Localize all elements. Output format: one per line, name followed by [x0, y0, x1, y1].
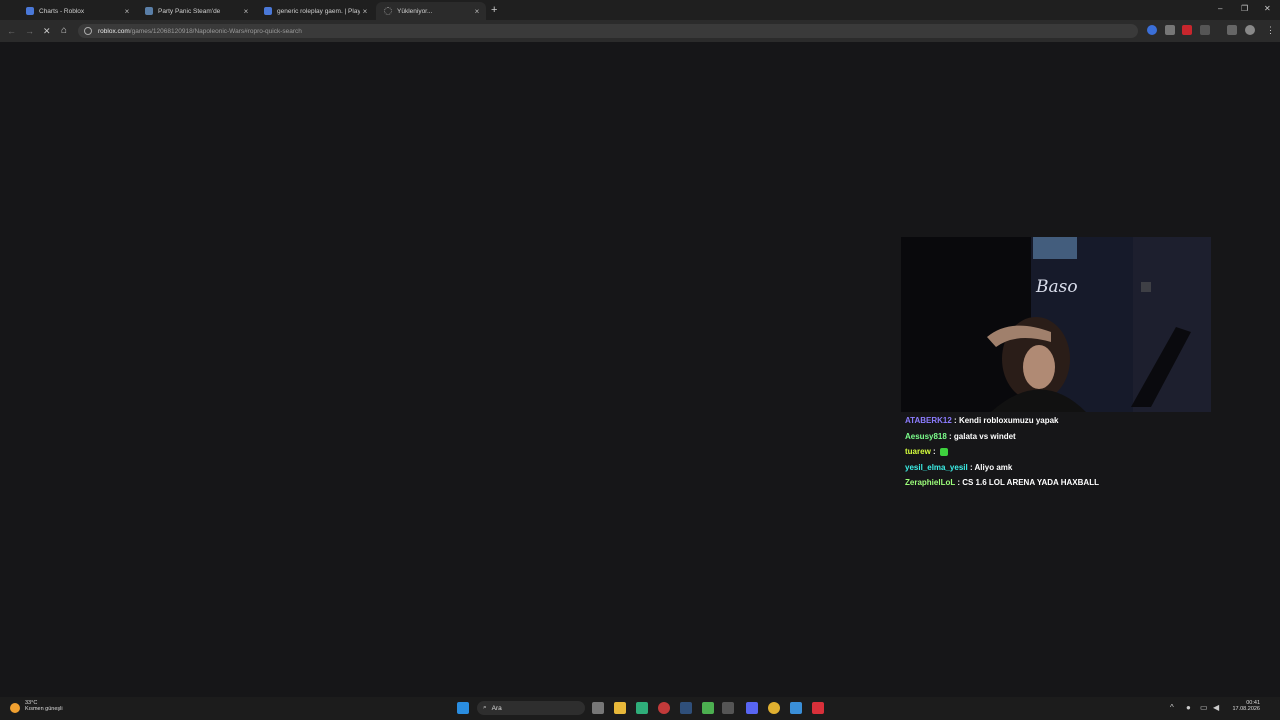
weather-desc: Kısmen güneşli: [25, 706, 63, 712]
windows-start-icon[interactable]: [457, 702, 469, 714]
extensions-puzzle-icon[interactable]: [1200, 25, 1210, 35]
discord-icon[interactable]: [746, 702, 758, 714]
volume-icon[interactable]: ◀: [1213, 703, 1219, 712]
address-bar[interactable]: roblox.com/games/12068120918/Napoleonic-…: [78, 24, 1138, 38]
taskbar-clock[interactable]: 00:41 17.08.2026: [1222, 700, 1260, 712]
terminal-icon[interactable]: [722, 702, 734, 714]
clock-date: 17.08.2026: [1232, 706, 1260, 712]
home-icon[interactable]: ⌂: [61, 25, 67, 36]
app-red-square-icon[interactable]: [812, 702, 824, 714]
search-placeholder: Ara: [491, 704, 502, 712]
webcam-overlay: Baso: [901, 237, 1211, 412]
chat-text: CS 1.6 LOL ARENA YADA HAXBALL: [962, 478, 1099, 487]
chat-username: yesil_elma_yesil: [905, 462, 968, 472]
stop-loading-icon[interactable]: ✕: [43, 26, 51, 37]
new-tab-button[interactable]: +: [491, 4, 497, 16]
chat-message: yesil_elma_yesil : Aliyo amk: [905, 463, 1099, 479]
chat-emote-icon: [939, 447, 948, 456]
close-tab-icon[interactable]: ×: [241, 7, 251, 16]
close-tab-icon[interactable]: ×: [360, 7, 370, 16]
back-icon[interactable]: ←: [7, 26, 16, 36]
forward-icon[interactable]: →: [25, 26, 34, 36]
media-player-icon[interactable]: [702, 702, 714, 714]
chat-username: ZeraphielLoL: [905, 478, 956, 487]
profile-avatar-icon[interactable]: [1245, 25, 1255, 35]
chat-text: galata vs windet: [953, 431, 1016, 441]
tab-generic-roleplay[interactable]: generic roleplay gaem. | Play o ×: [256, 2, 374, 20]
file-explorer-icon[interactable]: [614, 702, 626, 714]
chat-overlay: ATABERK12 : Kendi robloxumuzu yapak Aesu…: [905, 416, 1099, 494]
app-red-icon[interactable]: [658, 702, 670, 714]
taskbar-search[interactable]: ⌕ Ara: [477, 701, 585, 715]
roblox-favicon-icon: [26, 7, 34, 15]
loading-spinner-icon: [384, 7, 392, 15]
weather-widget[interactable]: 33°C Kısmen güneşli: [25, 700, 63, 712]
tray-chevron-up-icon[interactable]: ^: [1170, 703, 1174, 712]
restore-button[interactable]: ❐: [1241, 4, 1248, 13]
tab-party-panic[interactable]: Party Panic Steam'de ×: [137, 2, 255, 20]
task-view-icon[interactable]: [592, 702, 604, 714]
network-icon[interactable]: ▭: [1200, 703, 1208, 712]
chat-separator: :: [951, 416, 959, 425]
minimize-button[interactable]: –: [1218, 4, 1222, 13]
steam-icon[interactable]: [680, 702, 692, 714]
svg-text:Baso: Baso: [1035, 277, 1078, 297]
menu-kebab-icon[interactable]: ⋮: [1266, 25, 1275, 36]
chat-separator: :: [930, 447, 938, 456]
extension-red-icon[interactable]: [1182, 25, 1192, 35]
app-green-icon[interactable]: [636, 702, 648, 714]
search-icon: ⌕: [483, 704, 487, 711]
extension-gray-icon[interactable]: [1165, 25, 1175, 35]
tab-loading[interactable]: Yükleniyor... ×: [376, 2, 486, 20]
chat-message: tuarew :: [905, 447, 1099, 463]
chat-message: ZeraphielLoL : CS 1.6 LOL ARENA YADA HAX…: [905, 478, 1099, 494]
close-window-button[interactable]: ✕: [1264, 4, 1271, 13]
tab-title: Party Panic Steam'de: [158, 7, 221, 15]
url-host: roblox.com: [98, 27, 130, 35]
chat-message: Aesusy818 : galata vs windet: [905, 432, 1099, 448]
extension-blue-icon[interactable]: [1147, 25, 1157, 35]
chat-username: tuarew: [905, 447, 931, 456]
tab-bar: Charts - Roblox × Party Panic Steam'de ×…: [0, 0, 1280, 20]
tab-title: Yükleniyor...: [397, 7, 433, 15]
chat-username: Aesusy818: [905, 431, 947, 441]
chrome-icon[interactable]: [768, 702, 780, 714]
tab-title: generic roleplay gaem. | Play o: [277, 7, 360, 15]
site-info-icon[interactable]: [84, 27, 92, 35]
media-controls-icon[interactable]: [1227, 25, 1237, 35]
weather-sun-icon[interactable]: [10, 703, 20, 713]
close-tab-icon[interactable]: ×: [472, 7, 482, 16]
chat-separator: :: [967, 462, 975, 472]
tab-charts-roblox[interactable]: Charts - Roblox ×: [18, 2, 136, 20]
chat-separator: :: [946, 431, 954, 441]
url-path: /games/12068120918/Napoleonic-Wars#ropro…: [129, 27, 302, 35]
app-blue-icon[interactable]: [790, 702, 802, 714]
chat-message: ATABERK12 : Kendi robloxumuzu yapak: [905, 416, 1099, 432]
microphone-icon[interactable]: ●: [1186, 703, 1191, 712]
chat-username: ATABERK12: [905, 416, 952, 425]
roblox-favicon-icon: [264, 7, 272, 15]
chat-text: Kendi robloxumuzu yapak: [958, 416, 1059, 425]
close-tab-icon[interactable]: ×: [122, 7, 132, 16]
steam-favicon-icon: [145, 7, 153, 15]
streamer-webcam-image: Baso: [901, 237, 1211, 412]
chat-text: Aliyo amk: [974, 462, 1013, 472]
tab-title: Charts - Roblox: [39, 7, 85, 15]
